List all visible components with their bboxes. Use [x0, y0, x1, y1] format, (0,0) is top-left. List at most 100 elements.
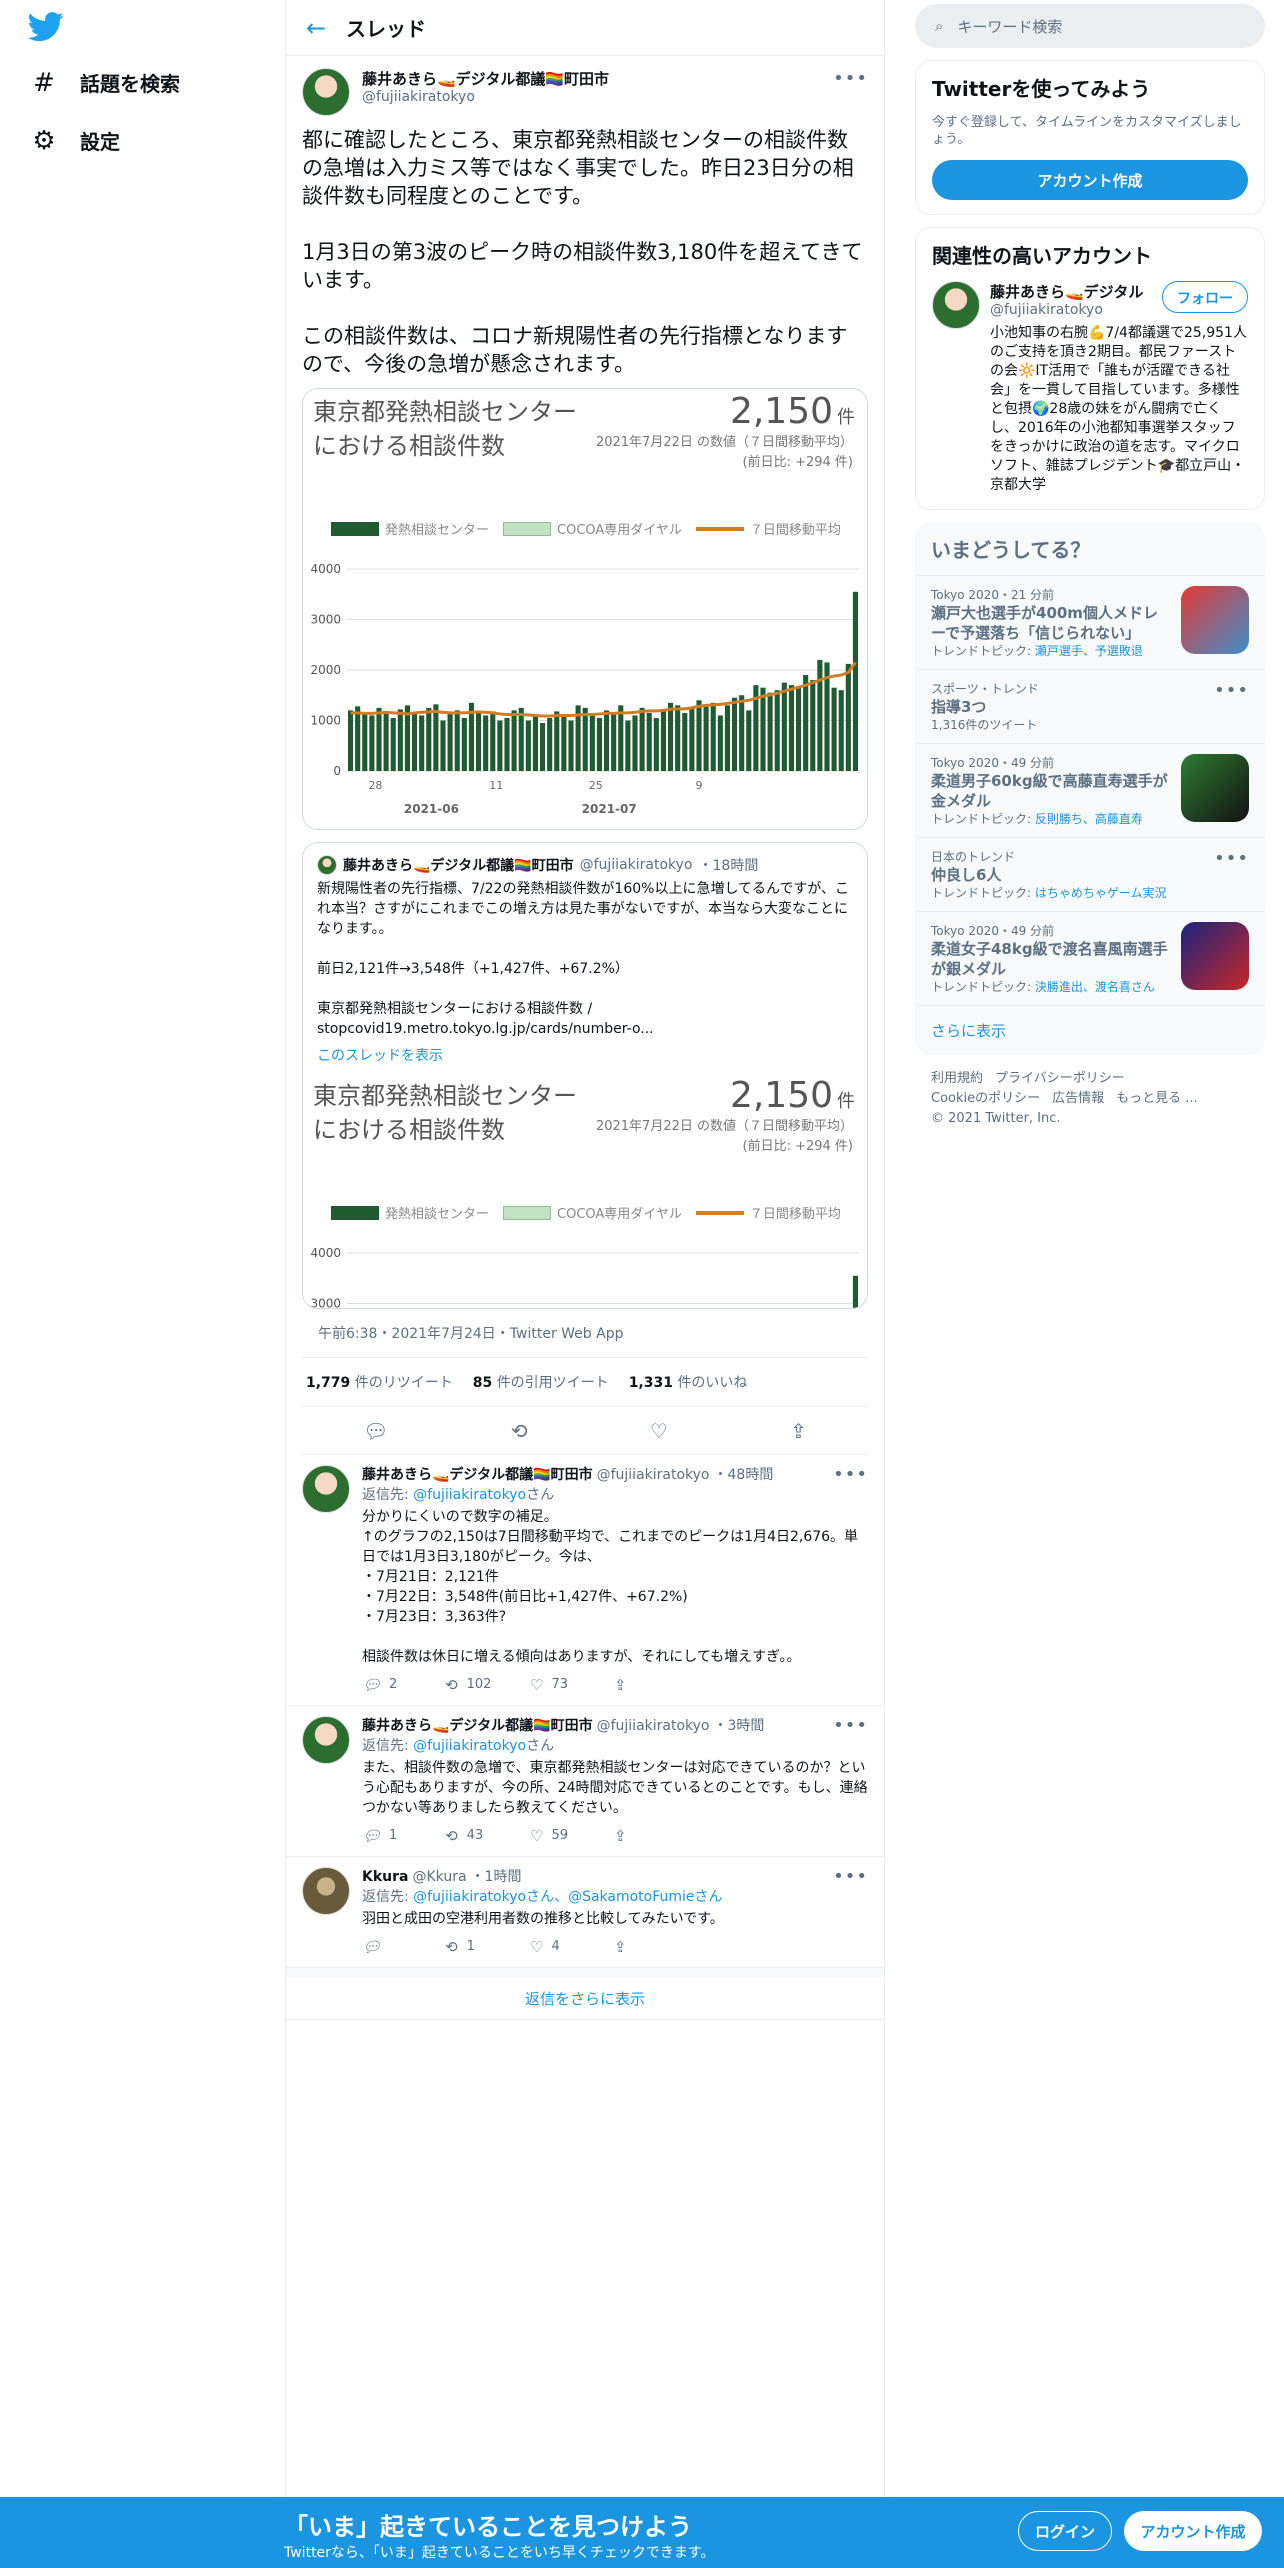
retweet-icon: ⟲ [446, 1676, 459, 1694]
retweet-button[interactable]: ⟲ 1 [446, 1937, 530, 1957]
retweet-button[interactable]: ⟲ 102 [446, 1675, 530, 1695]
like-button[interactable]: ♡ 59 [530, 1826, 614, 1846]
trend-item[interactable]: Tokyo 2020・49 分前 柔道女子48kg級で渡名喜風南選手が銀メダル トレ… [915, 911, 1265, 1005]
chart-bar [746, 710, 752, 771]
quoted-chart-plot: 0100020003000400028 11 25 92021-06 2021-07 [310, 1246, 859, 1308]
chart-bar [767, 692, 773, 771]
share-button[interactable]: ⇪ [614, 1826, 698, 1846]
related-name[interactable]: 藤井あきら🚤デジタル [990, 281, 1156, 302]
chart-bar [419, 715, 425, 771]
footer-terms[interactable]: 利用規約 [931, 1071, 983, 1086]
retweet-button[interactable]: ⟲ 43 [446, 1826, 530, 1846]
trend-topic: トレンドトピック: 反則勝ち、高藤直寿 [931, 812, 1143, 826]
share-icon: ⇪ [614, 1827, 627, 1845]
author-handle[interactable]: @fujiiakiratokyo [362, 89, 821, 105]
chart-bar [440, 720, 446, 771]
reply-tweet[interactable]: 藤井あきら🚤デジタル都議🏳️‍🌈町田市 @fujiiakiratokyo ・3時間 •… [286, 1706, 884, 1857]
trend-item[interactable]: スポーツ・トレンド 指導3つ 1,316件のツイート ••• [915, 669, 1265, 743]
reply-handle[interactable]: @fujiiakiratokyo [597, 1465, 710, 1485]
more-options-icon[interactable]: ••• [833, 1867, 868, 1887]
related-handle[interactable]: @fujiiakiratokyo [990, 302, 1156, 318]
reply-tweet[interactable]: 藤井あきら🚤デジタル都議🏳️‍🌈町田市 @fujiiakiratokyo ・48時間… [286, 1455, 884, 1706]
nav-explore[interactable]: # 話題を検索 [30, 68, 180, 98]
reply-author-name[interactable]: 藤井あきら🚤デジタル都議🏳️‍🌈町田市 [362, 1716, 593, 1736]
x-tick-label: 28 [368, 779, 382, 792]
create-account-button[interactable]: アカウント作成 [932, 160, 1248, 200]
retweet-count[interactable]: 1,779 件のリツイート [306, 1372, 453, 1392]
bottom-sub: Twitterなら、「いま」起きていることをいち早くチェックできます。 [284, 2545, 715, 2561]
avatar[interactable] [302, 68, 350, 116]
reply-to-link[interactable]: @fujiiakiratokyo [413, 1487, 526, 1503]
chart-bar [774, 690, 780, 771]
trend-item[interactable]: Tokyo 2020・21 分前 瀬戸大也選手が400m個人メドレーで予選落ち「信… [915, 575, 1265, 669]
like-icon[interactable]: ♡ [650, 1419, 668, 1443]
reply-handle[interactable]: @Kkura [412, 1867, 466, 1887]
footer-links: 利用規約 プライバシーポリシー Cookieのポリシー 広告情報 もっと見る ... … [915, 1055, 1265, 1143]
like-count[interactable]: 1,331 件のいいね [629, 1372, 748, 1392]
tweet-timestamp[interactable]: 午前6:38・2021年7月24日・Twitter Web App [302, 1309, 868, 1358]
reply-tweet[interactable]: Kkura @Kkura ・1時間 ••• 返信先: @fujiiakiratokyo… [286, 1857, 884, 1968]
like-button[interactable]: ♡ 73 [530, 1675, 614, 1695]
more-options-icon[interactable]: ••• [1214, 680, 1249, 733]
twitter-logo-icon[interactable] [28, 12, 64, 42]
more-options-icon[interactable]: ••• [833, 1716, 868, 1736]
reply-button[interactable]: 💬︎ 2 [362, 1675, 446, 1695]
reply-author-name[interactable]: 藤井あきら🚤デジタル都議🏳️‍🌈町田市 [362, 1465, 593, 1485]
back-arrow-icon[interactable]: ← [286, 0, 346, 56]
author-name[interactable]: 藤井あきら🚤デジタル都議🏳️‍🌈町田市 [362, 68, 821, 89]
reply-to: 返信先: @fujiiakiratokyoさん、@SakamotoFumieさん [362, 1889, 723, 1905]
reply-to-link[interactable]: @fujiiakiratokyo [413, 1738, 526, 1754]
search-bar[interactable]: ⌕ キーワード検索 [915, 4, 1265, 48]
reply-to-link[interactable]: @fujiiakiratokyoさん、@SakamotoFumieさん [413, 1889, 722, 1905]
chart-bar [461, 717, 467, 771]
more-options-icon[interactable]: ••• [833, 1465, 868, 1485]
more-options-icon[interactable]: ••• [833, 68, 868, 89]
trend-meta: 日本のトレンド [931, 850, 1016, 864]
signup-button[interactable]: アカウント作成 [1124, 2511, 1262, 2551]
quote-count[interactable]: 85 件の引用ツイート [473, 1372, 609, 1392]
chart-bar [632, 715, 638, 771]
chart-card[interactable]: 東京都発熱相談センター における相談件数 2,150 件 2021年7月22日 の数… [302, 388, 868, 830]
reply-handle[interactable]: @fujiiakiratokyo [597, 1716, 710, 1736]
show-thread-link[interactable]: このスレッドを表示 [303, 1039, 867, 1073]
reply-author-name[interactable]: Kkura [362, 1867, 408, 1887]
chart-bar [540, 723, 546, 771]
like-button[interactable]: ♡ 4 [530, 1937, 614, 1957]
signup-title: Twitterを使ってみよう [932, 77, 1151, 101]
thread-header: ← スレッド [286, 0, 884, 56]
footer-cookie[interactable]: Cookieのポリシー [931, 1091, 1040, 1106]
nav-settings[interactable]: ⚙ 設定 [30, 126, 120, 156]
avatar[interactable] [302, 1867, 350, 1915]
reply-button[interactable]: 💬︎ [362, 1937, 446, 1957]
trend-item[interactable]: Tokyo 2020・49 分前 柔道男子60kg級で高藤直寿選手が金メダル トレン… [915, 743, 1265, 837]
share-button[interactable]: ⇪ [614, 1937, 698, 1957]
avatar[interactable] [932, 281, 980, 329]
more-replies-button[interactable]: 返信をさらに表示 [286, 1968, 884, 2020]
show-more-link[interactable]: さらに表示 [915, 1005, 1265, 1055]
avatar[interactable] [302, 1716, 350, 1764]
reply-button[interactable]: 💬︎ 1 [362, 1826, 446, 1846]
chart-bar [390, 717, 396, 771]
search-input[interactable]: キーワード検索 [957, 16, 1062, 37]
avatar[interactable] [302, 1465, 350, 1513]
retweet-icon[interactable]: ⟲ [511, 1419, 528, 1443]
quoted-tweet[interactable]: 藤井あきら🚤デジタル都議🏳️‍🌈町田市 @fujiiakiratokyo ・18… [302, 842, 868, 1309]
share-button[interactable]: ⇪ [614, 1675, 698, 1695]
more-options-icon[interactable]: ••• [1214, 848, 1249, 901]
related-account[interactable]: 藤井あきら🚤デジタル @fujiiakiratokyo フォロー 小池知事の右腕… [916, 281, 1264, 509]
related-title: 関連性の高いアカウント [932, 244, 1152, 268]
trend-item[interactable]: 日本のトレンド 仲良し6人 トレンドトピック: はちゃめちゃゲーム実況 ••• [915, 837, 1265, 911]
footer-ads[interactable]: 広告情報 [1052, 1091, 1104, 1106]
thread-column: ← スレッド 藤井あきら🚤デジタル都議🏳️‍🌈町田市 @fujiiakirato… [285, 0, 885, 2500]
reply-icon[interactable]: 💬︎ [363, 1419, 388, 1443]
footer-more[interactable]: もっと見る ... [1116, 1091, 1198, 1106]
trend-topic: 1,316件のツイート [931, 718, 1038, 732]
login-button[interactable]: ログイン [1018, 2511, 1112, 2551]
share-icon[interactable]: ⇪ [790, 1419, 807, 1443]
chart-bar [710, 702, 716, 771]
page-title: スレッド [346, 17, 426, 41]
chart-bar [369, 715, 375, 771]
follow-button[interactable]: フォロー [1162, 281, 1248, 313]
trend-thumbnail [1181, 586, 1249, 654]
footer-privacy[interactable]: プライバシーポリシー [995, 1071, 1125, 1086]
